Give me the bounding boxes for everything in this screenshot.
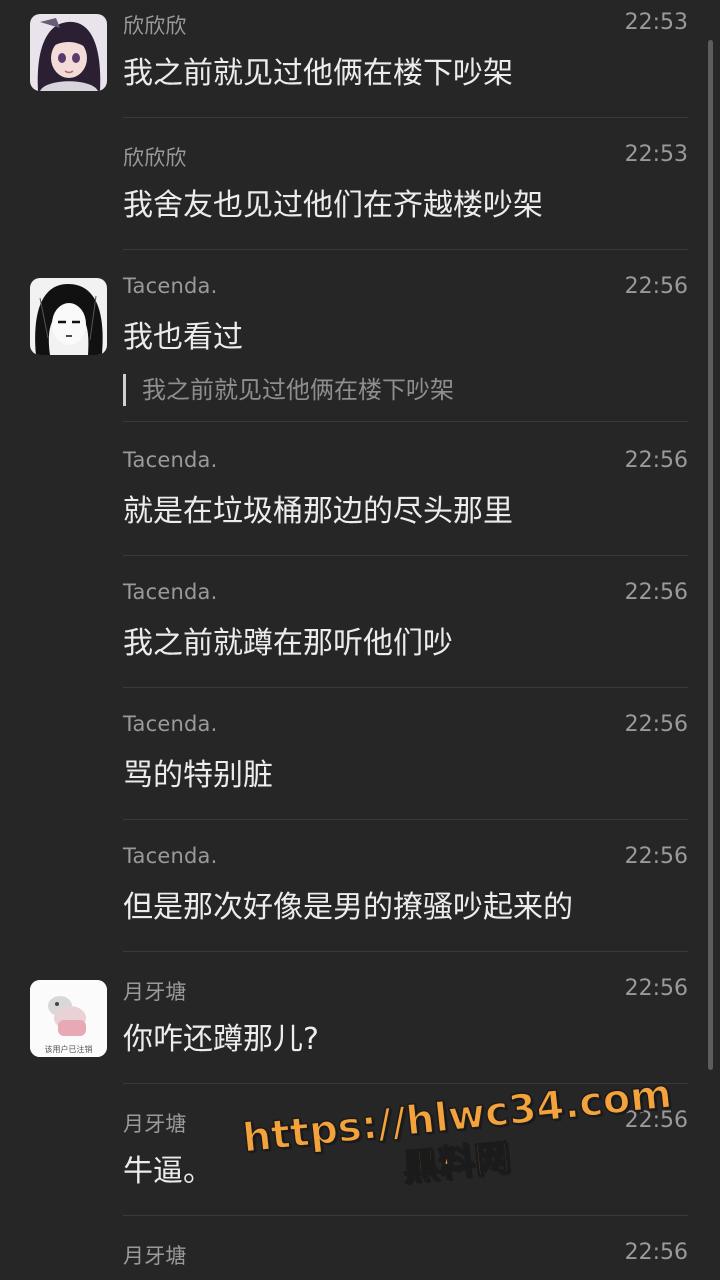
sender-name[interactable]: Tacenda. [123, 712, 217, 736]
manga-avatar-icon [30, 278, 107, 355]
sender-name[interactable]: 月牙塘 [123, 1240, 187, 1270]
message-divider [123, 819, 688, 820]
sender-avatar[interactable]: 该用户已注销 [30, 980, 107, 1057]
message-text[interactable]: 我之前就蹲在那听他们吵 [123, 618, 453, 662]
message-text[interactable]: 骂的特别脏 [123, 750, 273, 794]
message-time: 22:56 [624, 844, 688, 869]
sender-name[interactable]: Tacenda. [123, 448, 217, 472]
sender-avatar[interactable] [30, 278, 107, 355]
message-time: 22:53 [624, 10, 688, 35]
message-item[interactable]: 该用户已注销 月牙塘 22:56 你咋还蹲那儿? [0, 966, 720, 1084]
message-item[interactable]: Tacenda. 22:56 就是在垃圾桶那边的尽头那里 [0, 438, 720, 556]
message-text[interactable]: 我也看过 [123, 312, 243, 356]
message-item[interactable]: Tacenda. 22:56 但是那次好像是男的撩骚吵起来的 [0, 834, 720, 952]
message-text[interactable]: 但是那次好像是男的撩骚吵起来的 [123, 882, 573, 926]
message-divider [123, 555, 688, 556]
message-item[interactable]: 月牙塘 22:56 牛逼。 [0, 1098, 720, 1216]
message-item[interactable]: Tacenda. 22:56 我也看过 我之前就见过他俩在楼下吵架 [0, 264, 720, 422]
message-divider [123, 249, 688, 250]
anime-girl-avatar-icon [30, 14, 107, 91]
chat-message-list[interactable]: 欣欣欣 22:53 我之前就见过他俩在楼下吵架 欣欣欣 22:53 我舍友也见过… [0, 0, 720, 1280]
message-item[interactable]: Tacenda. 22:56 骂的特别脏 [0, 702, 720, 820]
sender-name[interactable]: Tacenda. [123, 844, 217, 868]
message-time: 22:56 [624, 976, 688, 1001]
sender-name[interactable]: Tacenda. [123, 274, 217, 298]
message-text[interactable]: 你咋还蹲那儿? [123, 1014, 319, 1058]
avatar-caption: 该用户已注销 [44, 1045, 93, 1054]
message-text[interactable]: 我舍友也见过他们在齐越楼吵架 [123, 180, 543, 224]
message-item[interactable]: 月牙塘 22:56 [0, 1230, 720, 1280]
message-time: 22:56 [624, 1108, 688, 1133]
message-divider [123, 1083, 688, 1084]
sender-avatar[interactable] [30, 14, 107, 91]
message-time: 22:56 [624, 580, 688, 605]
message-time: 22:53 [624, 142, 688, 167]
message-item[interactable]: 欣欣欣 22:53 我舍友也见过他们在齐越楼吵架 [0, 132, 720, 250]
sender-name[interactable]: 月牙塘 [123, 1108, 187, 1138]
message-time: 22:56 [624, 1240, 688, 1265]
sender-name[interactable]: 欣欣欣 [123, 142, 187, 172]
message-text[interactable]: 我之前就见过他俩在楼下吵架 [123, 48, 513, 92]
sender-name[interactable]: 欣欣欣 [123, 10, 187, 40]
scrollbar[interactable] [708, 40, 713, 1070]
message-divider [123, 687, 688, 688]
message-item[interactable]: Tacenda. 22:56 我之前就蹲在那听他们吵 [0, 570, 720, 688]
message-time: 22:56 [624, 712, 688, 737]
message-divider [123, 117, 688, 118]
message-divider [123, 1215, 688, 1216]
message-time: 22:56 [624, 448, 688, 473]
message-text[interactable]: 牛逼。 [123, 1146, 213, 1190]
quoted-message[interactable]: 我之前就见过他俩在楼下吵架 [123, 374, 454, 406]
message-item[interactable]: 欣欣欣 22:53 我之前就见过他俩在楼下吵架 [0, 0, 720, 118]
message-text[interactable]: 就是在垃圾桶那边的尽头那里 [123, 486, 513, 530]
message-divider [123, 951, 688, 952]
sender-name[interactable]: Tacenda. [123, 580, 217, 604]
sender-name[interactable]: 月牙塘 [123, 976, 187, 1006]
message-time: 22:56 [624, 274, 688, 299]
message-divider [123, 421, 688, 422]
